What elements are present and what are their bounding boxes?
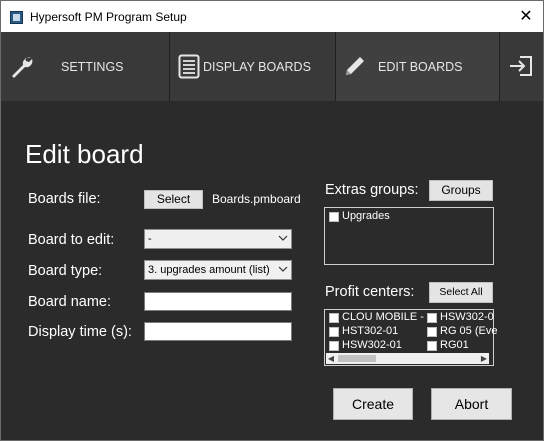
extras-groups-label: Extras groups: [325, 182, 419, 198]
board-to-edit-label: Board to edit: [28, 232, 115, 248]
tab-edit-boards-label: EDIT BOARDS [378, 60, 463, 74]
checkbox[interactable] [329, 212, 339, 222]
scroll-left-icon[interactable]: ◀ [326, 353, 336, 364]
wrench-icon [12, 57, 33, 78]
tab-display-boards-label: DISPLAY BOARDS [203, 60, 311, 74]
abort-button[interactable]: Abort [431, 388, 512, 420]
checkbox[interactable] [329, 341, 339, 351]
profit-centers-label: Profit centers: [325, 284, 415, 300]
checkbox[interactable] [427, 313, 437, 323]
create-button[interactable]: Create [333, 388, 413, 420]
select-file-button[interactable]: Select [144, 190, 203, 209]
board-name-input[interactable] [144, 292, 292, 311]
page-title: Edit board [25, 139, 144, 169]
groups-button[interactable]: Groups [429, 180, 493, 201]
nav-bar: SETTINGS DISPLAY BOARDS EDIT BOARDS [1, 32, 543, 103]
board-type-select[interactable]: 3. upgrades amount (list) [144, 260, 292, 280]
select-all-button[interactable]: Select All [429, 282, 493, 303]
scroll-right-icon[interactable]: ▶ [479, 353, 489, 364]
display-time-label: Display time (s): [28, 324, 132, 340]
scrollbar-thumb[interactable] [338, 355, 376, 362]
display-time-input[interactable] [144, 322, 292, 341]
board-type-value: 3. upgrades amount (list) [148, 264, 270, 276]
board-name-label: Board name: [28, 294, 112, 310]
checkbox[interactable] [427, 327, 437, 337]
chevron-down-icon [278, 266, 288, 272]
list-document-icon [178, 54, 200, 79]
board-type-label: Board type: [28, 263, 103, 279]
boards-file-value: Boards.pmboard [212, 192, 301, 206]
horizontal-scrollbar[interactable]: ◀ ▶ [326, 353, 489, 364]
tab-display-boards[interactable]: DISPLAY BOARDS [170, 32, 335, 101]
extras-groups-list: Upgrades [324, 207, 494, 265]
setup-window: Hypersoft PM Program Setup ✕ SETTINGS DI… [0, 0, 544, 441]
tab-edit-boards[interactable]: EDIT BOARDS [336, 32, 499, 103]
checkbox[interactable] [329, 313, 339, 323]
window-title: Hypersoft PM Program Setup [30, 10, 187, 24]
board-to-edit-select[interactable]: - [144, 229, 292, 249]
pencil-icon [346, 57, 364, 75]
profit-centers-list: CLOU MOBILE - HST302-01 HSW302-01 HSW302… [324, 309, 497, 366]
tab-settings-label: SETTINGS [61, 60, 124, 74]
chevron-down-icon [278, 235, 288, 241]
title-bar: Hypersoft PM Program Setup ✕ [1, 1, 543, 32]
board-to-edit-value: - [148, 233, 152, 245]
tab-settings[interactable]: SETTINGS [1, 32, 169, 101]
exit-button[interactable] [500, 32, 543, 101]
checkbox[interactable] [427, 341, 437, 351]
checkbox[interactable] [329, 327, 339, 337]
app-icon [10, 11, 23, 24]
exit-icon [510, 56, 532, 76]
boards-file-label: Boards file: [28, 191, 101, 207]
close-button[interactable]: ✕ [509, 1, 543, 32]
edit-board-panel: Edit board Boards file: Select Boards.pm… [1, 101, 543, 440]
